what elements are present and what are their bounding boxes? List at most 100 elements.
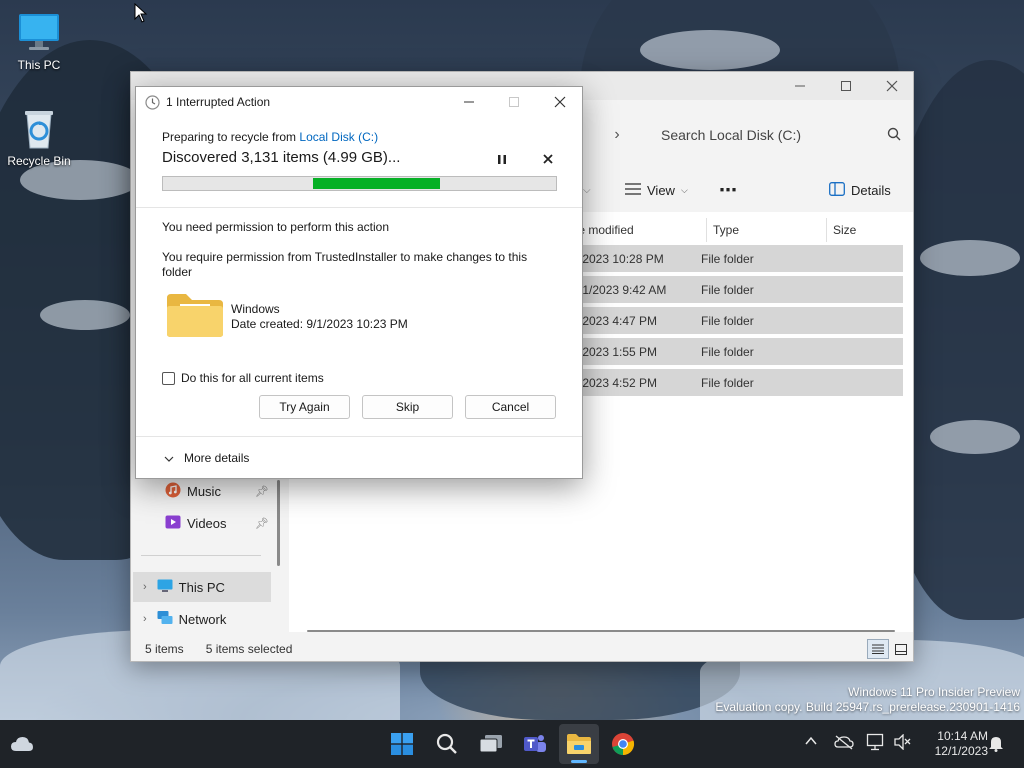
chevron-down-icon[interactable]: ⌵ — [583, 178, 591, 202]
maximize-button[interactable] — [823, 72, 869, 100]
apply-all-checkbox[interactable] — [162, 371, 175, 385]
sidebar-item-music[interactable]: Music 📌︎ — [133, 476, 271, 506]
cancel-operation-button[interactable] — [538, 149, 558, 169]
skip-button[interactable]: Skip — [362, 395, 453, 419]
chevron-right-icon[interactable]: › — [143, 613, 147, 625]
task-view-button[interactable] — [471, 724, 511, 764]
videos-icon — [165, 514, 181, 533]
dialog-titlebar[interactable]: 1 Interrupted Action — [136, 87, 582, 117]
onedrive-tray-button[interactable] — [834, 734, 854, 753]
details-view-icon — [872, 644, 884, 654]
try-again-button[interactable]: Try Again — [259, 395, 350, 419]
status-selected-count: 5 items selected — [205, 642, 293, 656]
table-row[interactable]: /2023 4:52 PM File folder — [569, 369, 903, 396]
minimize-button[interactable] — [446, 87, 492, 117]
running-indicator — [571, 760, 587, 763]
view-button[interactable]: View ⌵ — [625, 178, 688, 202]
chevron-down-icon: ⌵ — [680, 184, 688, 195]
table-row[interactable]: /1/2023 9:42 AM File folder — [569, 276, 903, 303]
apply-all-checkbox-row[interactable]: Do this for all current items — [162, 371, 324, 385]
volume-muted-icon — [894, 733, 911, 751]
details-pane-button[interactable]: Details — [829, 178, 891, 202]
search-icon — [887, 127, 901, 144]
network-tray-button[interactable] — [866, 733, 886, 754]
start-button[interactable] — [382, 724, 422, 764]
teams-button[interactable] — [515, 724, 555, 764]
onedrive-offline-icon — [834, 735, 854, 750]
row-type: File folder — [701, 375, 754, 390]
horizontal-scrollbar[interactable] — [307, 630, 895, 632]
evaluation-watermark: Windows 11 Pro Insider Preview Evaluatio… — [715, 685, 1020, 715]
sidebar-item-this-pc[interactable]: › This PC — [133, 572, 271, 602]
nav-divider — [141, 555, 261, 556]
file-explorer-taskbar-button[interactable] — [559, 724, 599, 764]
teams-icon — [524, 735, 546, 752]
conflict-item-date: Date created: 9/1/2023 10:23 PM — [231, 317, 408, 331]
desktop-icon-label: This PC — [17, 58, 61, 72]
music-icon — [165, 482, 181, 501]
maximize-button — [491, 87, 537, 117]
chrome-button[interactable] — [603, 724, 643, 764]
tiles-view-icon — [895, 643, 907, 655]
details-label: Details — [851, 182, 891, 198]
apply-all-label[interactable]: Do this for all current items — [181, 371, 324, 385]
source-location-link[interactable]: Local Disk (C:) — [299, 130, 378, 144]
conflict-item-name: Windows — [231, 302, 280, 316]
breadcrumb-chevron-icon[interactable]: › — [587, 119, 647, 151]
table-row[interactable]: /2023 10:28 PM File folder — [569, 245, 903, 272]
close-button[interactable] — [869, 72, 915, 100]
pause-button[interactable] — [492, 149, 512, 169]
taskbar: 10:14 AM 12/1/2023 — [0, 720, 1024, 768]
weather-widget-button[interactable] — [2, 724, 42, 764]
close-icon — [543, 154, 553, 164]
progress-bar — [162, 176, 557, 191]
clock-time: 10:14 AM — [937, 729, 988, 743]
chevron-right-icon[interactable]: › — [143, 581, 147, 593]
search-button[interactable] — [427, 724, 467, 764]
search-icon — [436, 733, 457, 754]
search-placeholder: Search Local Disk (C:) — [661, 127, 802, 143]
pin-icon: 📌︎ — [255, 485, 269, 498]
preparing-line: Preparing to recycle from Local Disk (C:… — [162, 130, 378, 144]
close-button[interactable] — [537, 87, 583, 117]
row-type: File folder — [701, 251, 754, 266]
cancel-button[interactable]: Cancel — [465, 395, 556, 419]
more-details-toggle[interactable]: More details — [164, 451, 249, 465]
permission-detail: You require permission from TrustedInsta… — [162, 250, 528, 279]
permission-heading: You need permission to perform this acti… — [162, 220, 390, 234]
minimize-button[interactable] — [777, 72, 823, 100]
view-label: View — [647, 182, 675, 198]
tiles-view-button[interactable] — [893, 640, 909, 658]
row-date: /2023 4:52 PM — [579, 375, 658, 390]
column-header-type[interactable]: Type — [707, 218, 825, 242]
desktop-icon-recycle-bin[interactable]: Recycle Bin — [1, 106, 77, 168]
search-input[interactable]: Search Local Disk (C:) — [649, 119, 913, 151]
chrome-icon — [612, 733, 635, 756]
row-date: /2023 1:55 PM — [579, 344, 658, 359]
details-view-button[interactable] — [867, 639, 889, 659]
watermark-line-1: Windows 11 Pro Insider Preview — [848, 685, 1020, 699]
dialog-divider — [136, 207, 582, 208]
interrupted-action-dialog[interactable]: 1 Interrupted Action Preparing to recycl… — [135, 86, 583, 479]
file-explorer-icon — [567, 734, 591, 754]
monitor-icon — [157, 579, 173, 596]
sidebar-item-label: Music — [187, 483, 221, 499]
sidebar-item-videos[interactable]: Videos 📌︎ — [133, 508, 271, 538]
table-row[interactable]: /2023 4:47 PM File folder — [569, 307, 903, 334]
dialog-divider — [136, 436, 582, 437]
view-list-icon — [625, 182, 641, 198]
desktop-icon-this-pc[interactable]: This PC — [1, 10, 77, 72]
row-date: /2023 10:28 PM — [579, 251, 664, 266]
row-type: File folder — [701, 313, 754, 328]
sidebar-item-label: Network — [178, 611, 227, 627]
sidebar-item-network[interactable]: › Network — [133, 604, 271, 634]
volume-tray-button[interactable] — [894, 733, 912, 753]
show-hidden-icons-button[interactable] — [804, 734, 818, 751]
nav-scrollbar[interactable] — [277, 480, 280, 566]
column-header-size[interactable]: Size — [827, 218, 905, 242]
column-header-date-modified[interactable]: te modified — [569, 218, 705, 242]
more-options-button[interactable]: ⋯ — [719, 178, 737, 202]
clock-button[interactable]: 10:14 AM 12/1/2023 — [918, 729, 988, 759]
table-row[interactable]: /2023 1:55 PM File folder — [569, 338, 903, 365]
notifications-button[interactable] — [988, 734, 1004, 755]
